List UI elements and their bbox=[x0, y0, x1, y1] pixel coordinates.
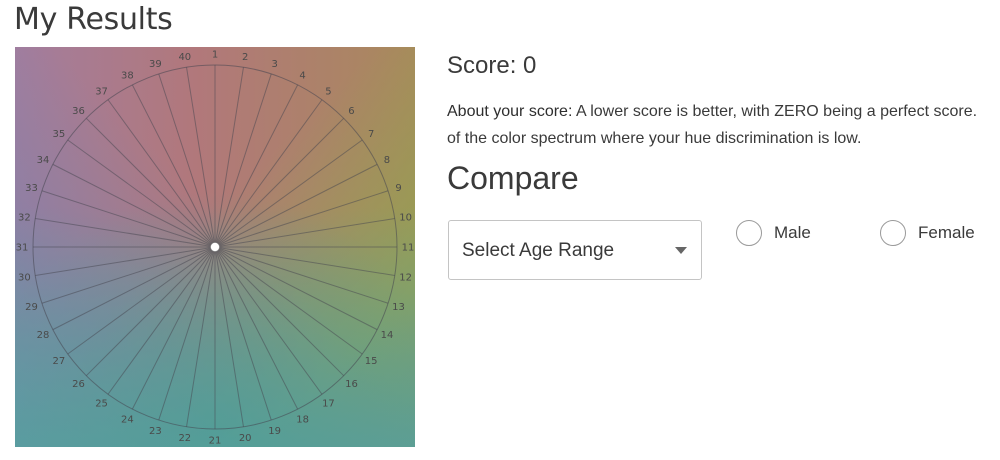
compare-heading: Compare bbox=[447, 160, 579, 196]
wheel-segment-label: 22 bbox=[178, 433, 191, 444]
wheel-segment-label: 9 bbox=[395, 183, 401, 194]
wheel-segment-label: 36 bbox=[72, 106, 85, 117]
wheel-segment-label: 34 bbox=[37, 155, 50, 166]
wheel-spoke bbox=[214, 73, 272, 248]
chevron-down-icon bbox=[675, 247, 687, 254]
about-score-line-2: of the color spectrum where your hue dis… bbox=[447, 130, 862, 147]
wheel-spoke bbox=[214, 246, 389, 304]
wheel-spoke bbox=[214, 246, 345, 377]
wheel-segment-label: 14 bbox=[381, 330, 394, 341]
wheel-spoke bbox=[214, 139, 363, 248]
wheel-spoke bbox=[214, 246, 323, 395]
wheel-segment-label: 6 bbox=[348, 106, 354, 117]
wheel-segment-label: 39 bbox=[149, 59, 162, 70]
wheel-segment-label: 2 bbox=[242, 52, 248, 63]
wheel-spoke bbox=[158, 246, 216, 421]
radio-circle-icon[interactable] bbox=[736, 220, 762, 246]
wheel-spoke bbox=[41, 190, 216, 248]
wheel-spoke bbox=[214, 117, 345, 248]
wheel-segment-label: 37 bbox=[95, 86, 108, 97]
wheel-segment-label: 11 bbox=[402, 243, 415, 254]
wheel-spoke bbox=[85, 246, 216, 377]
wheel-spoke bbox=[214, 246, 363, 355]
wheel-segment-label: 7 bbox=[368, 129, 374, 140]
wheel-center-dot bbox=[210, 242, 220, 252]
about-score-line-1: About your score: A lower score is bette… bbox=[447, 98, 1000, 125]
wheel-spoke bbox=[85, 117, 216, 248]
wheel-segment-label: 31 bbox=[16, 243, 29, 254]
wheel-segment-label: 20 bbox=[239, 433, 252, 444]
wheel-segment-label: 8 bbox=[384, 155, 390, 166]
gender-radio-label: Male bbox=[774, 223, 811, 242]
wheel-segment-label: 21 bbox=[209, 436, 222, 447]
wheel-segment-label: 4 bbox=[299, 71, 305, 82]
wheel-segment-label: 23 bbox=[149, 426, 162, 437]
wheel-spoke bbox=[214, 246, 272, 421]
wheel-spoke bbox=[214, 99, 323, 248]
wheel-spoke bbox=[214, 190, 389, 248]
wheel-segment-label: 3 bbox=[271, 59, 277, 70]
hue-wheel-chart: 1 2 3 4 5 6 7 8 9 10 11 12 13 14 15 16 17 18 19 20 21 22 23 24 2… bbox=[15, 47, 415, 447]
age-range-select[interactable]: Select Age Range bbox=[448, 220, 702, 280]
wheel-spoke bbox=[158, 73, 216, 248]
wheel-segment-label: 40 bbox=[178, 52, 191, 63]
wheel-segment-label: 33 bbox=[25, 183, 38, 194]
wheel-segment-label: 13 bbox=[392, 302, 405, 313]
wheel-segment-label: 12 bbox=[399, 273, 412, 284]
wheel-segment-label: 25 bbox=[95, 399, 108, 410]
wheel-segment-label: 19 bbox=[268, 426, 281, 437]
wheel-segment-label: 30 bbox=[18, 273, 31, 284]
hue-wheel-svg: 1 234567891011121314151617181920212223242… bbox=[16, 50, 415, 447]
wheel-segment-label: 10 bbox=[399, 212, 412, 223]
about-score-description: A lower score is better, with ZERO being… bbox=[572, 103, 978, 120]
page-title: My Results bbox=[14, 2, 173, 37]
wheel-segment-label: 18 bbox=[296, 414, 309, 425]
wheel-spoke bbox=[67, 139, 216, 248]
wheel-segment-label: 24 bbox=[121, 414, 134, 425]
age-range-select-value: Select Age Range bbox=[462, 240, 615, 261]
about-score-label: About your score: bbox=[447, 103, 573, 120]
about-score-text: About your score: A lower score is bette… bbox=[447, 98, 1000, 152]
wheel-segment-label: 5 bbox=[325, 86, 331, 97]
wheel-segment-label: 35 bbox=[52, 129, 65, 140]
wheel-segment-label: 1 bbox=[212, 50, 218, 61]
wheel-spoke bbox=[41, 246, 216, 304]
wheel-spoke bbox=[107, 246, 216, 395]
wheel-segment-label: 28 bbox=[37, 330, 50, 341]
wheel-segment-label: 17 bbox=[322, 399, 335, 410]
wheel-segment-label: 16 bbox=[345, 379, 358, 390]
gender-radio-label: Female bbox=[918, 223, 975, 242]
wheel-segment-label: 15 bbox=[365, 356, 378, 367]
wheel-segment-label: 26 bbox=[72, 379, 85, 390]
wheel-spoke bbox=[67, 246, 216, 355]
wheel-segment-label: 38 bbox=[121, 71, 134, 82]
wheel-segment-label: 32 bbox=[18, 212, 31, 223]
radio-circle-icon[interactable] bbox=[880, 220, 906, 246]
wheel-spoke bbox=[107, 99, 216, 248]
wheel-segment-label: 27 bbox=[52, 356, 65, 367]
score-text: Score: 0 bbox=[447, 52, 537, 79]
wheel-segment-label: 29 bbox=[25, 302, 38, 313]
